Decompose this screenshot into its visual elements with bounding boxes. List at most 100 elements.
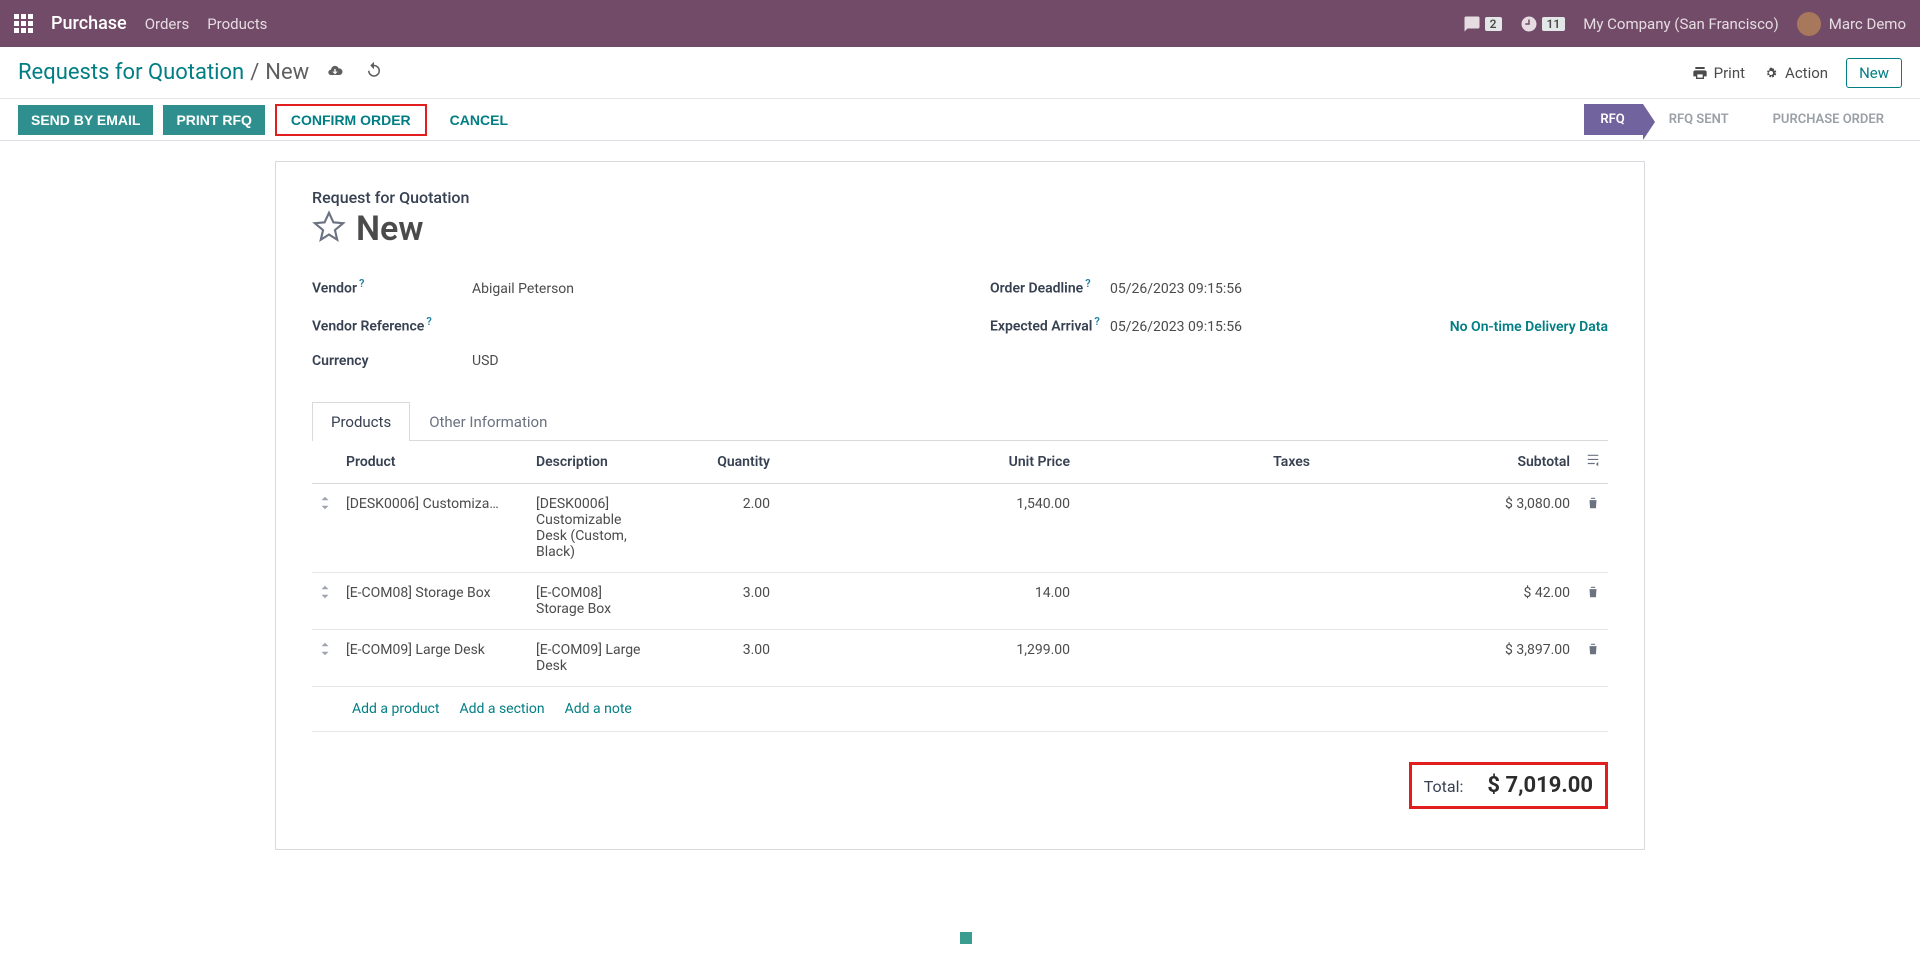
messaging-icon[interactable]: 2 (1463, 15, 1502, 33)
label-order-deadline: Order Deadline? (990, 277, 1110, 297)
drag-handle-icon[interactable] (312, 630, 338, 687)
breadcrumb-root[interactable]: Requests for Quotation (18, 60, 244, 85)
tab-products[interactable]: Products (312, 402, 410, 441)
nav-orders[interactable]: Orders (145, 15, 190, 33)
cell-unit-price[interactable]: 1,540.00 (778, 484, 1078, 573)
table-row[interactable]: [E-COM08] Storage Box[E-COM08] Storage B… (312, 573, 1608, 630)
value-currency[interactable]: USD (472, 353, 499, 369)
confirm-order-button[interactable]: CONFIRM ORDER (275, 104, 427, 136)
value-order-deadline[interactable]: 05/26/2023 09:15:56 (1110, 281, 1242, 297)
tabs: Products Other Information (312, 401, 1608, 441)
action-bar: SEND BY EMAIL PRINT RFQ CONFIRM ORDER CA… (0, 99, 1920, 141)
cell-unit-price[interactable]: 14.00 (778, 573, 1078, 630)
resize-handle-icon[interactable] (960, 932, 972, 944)
add-row: Add a product Add a section Add a note (312, 687, 1608, 732)
cell-description[interactable]: [DESK0006] Customizable Desk (Custom, Bl… (528, 484, 658, 573)
topnav-right: 2 11 My Company (San Francisco) Marc Dem… (1463, 12, 1906, 36)
activities-icon[interactable]: 11 (1520, 15, 1566, 33)
cell-subtotal: $ 42.00 (1318, 573, 1578, 630)
print-button[interactable]: Print (1692, 64, 1745, 82)
form-sheet: Request for Quotation New Vendor? Abigai… (275, 161, 1645, 850)
cell-description[interactable]: [E-COM09] Large Desk (528, 630, 658, 687)
cell-taxes[interactable] (1078, 630, 1318, 687)
column-settings-icon[interactable] (1578, 441, 1608, 484)
new-button[interactable]: New (1846, 58, 1902, 88)
activities-count: 11 (1542, 17, 1566, 31)
label-currency: Currency (312, 353, 472, 369)
cell-qty[interactable]: 3.00 (658, 630, 778, 687)
topnav-left: Purchase Orders Products (14, 13, 267, 34)
add-note-link[interactable]: Add a note (565, 701, 632, 717)
th-description[interactable]: Description (528, 441, 658, 484)
th-taxes[interactable]: Taxes (1078, 441, 1318, 484)
lines-table: Product Description Quantity Unit Price … (312, 441, 1608, 687)
cell-product[interactable]: [DESK0006] Customiza… (338, 484, 528, 573)
table-row[interactable]: [DESK0006] Customiza…[DESK0006] Customiz… (312, 484, 1608, 573)
total-amount: $ 7,019.00 (1487, 773, 1593, 798)
drag-handle-icon[interactable] (312, 573, 338, 630)
cell-qty[interactable]: 2.00 (658, 484, 778, 573)
breadcrumb: Requests for Quotation / New (18, 60, 383, 85)
status-purchase-order[interactable]: PURCHASE ORDER (1747, 104, 1902, 135)
add-section-link[interactable]: Add a section (459, 701, 544, 717)
value-expected-arrival[interactable]: 05/26/2023 09:15:56 (1110, 319, 1242, 335)
cell-unit-price[interactable]: 1,299.00 (778, 630, 1078, 687)
avatar (1797, 12, 1821, 36)
delete-row-icon[interactable] (1578, 630, 1608, 687)
value-vendor[interactable]: Abigail Peterson (472, 281, 574, 297)
control-bar: Requests for Quotation / New Print Actio… (0, 47, 1920, 99)
cell-product[interactable]: [E-COM08] Storage Box (338, 573, 528, 630)
total-label: Total: (1424, 777, 1464, 796)
document-title: New (356, 209, 423, 249)
apps-icon[interactable] (14, 14, 33, 33)
control-right: Print Action New (1692, 58, 1902, 88)
send-by-email-button[interactable]: SEND BY EMAIL (18, 105, 153, 135)
favorite-star-icon[interactable] (312, 210, 346, 248)
help-icon[interactable]: ? (1094, 315, 1099, 328)
discard-icon[interactable] (365, 60, 383, 85)
label-vendor: Vendor? (312, 277, 472, 297)
help-icon[interactable]: ? (359, 277, 364, 290)
company-switcher[interactable]: My Company (San Francisco) (1583, 15, 1778, 33)
cell-subtotal: $ 3,897.00 (1318, 630, 1578, 687)
th-product[interactable]: Product (338, 441, 528, 484)
action-button[interactable]: Action (1763, 64, 1828, 82)
totals: Total: $ 7,019.00 (312, 762, 1608, 809)
tab-other-information[interactable]: Other Information (410, 402, 566, 441)
status-steps: RFQ RFQ SENT PURCHASE ORDER (1584, 104, 1902, 135)
cell-taxes[interactable] (1078, 573, 1318, 630)
print-label: Print (1714, 64, 1745, 82)
delivery-data-link[interactable]: No On-time Delivery Data (1450, 319, 1608, 335)
nav-products[interactable]: Products (207, 15, 267, 33)
drag-handle-icon[interactable] (312, 484, 338, 573)
label-vendor-ref: Vendor Reference? (312, 315, 472, 335)
print-rfq-button[interactable]: PRINT RFQ (163, 105, 264, 135)
table-row[interactable]: [E-COM09] Large Desk[E-COM09] Large Desk… (312, 630, 1608, 687)
fields-grid: Vendor? Abigail Peterson Vendor Referenc… (312, 269, 1608, 383)
th-unit-price[interactable]: Unit Price (778, 441, 1078, 484)
cell-taxes[interactable] (1078, 484, 1318, 573)
top-nav: Purchase Orders Products 2 11 My Company… (0, 0, 1920, 47)
cell-description[interactable]: [E-COM08] Storage Box (528, 573, 658, 630)
total-box: Total: $ 7,019.00 (1409, 762, 1608, 809)
add-product-link[interactable]: Add a product (352, 701, 439, 717)
messaging-count: 2 (1485, 17, 1502, 31)
cell-product[interactable]: [E-COM09] Large Desk (338, 630, 528, 687)
form-subtitle: Request for Quotation (312, 188, 1608, 207)
user-menu[interactable]: Marc Demo (1797, 12, 1906, 36)
app-brand[interactable]: Purchase (51, 13, 127, 34)
cloud-save-icon[interactable] (325, 60, 345, 85)
delete-row-icon[interactable] (1578, 573, 1608, 630)
help-icon[interactable]: ? (1085, 277, 1090, 290)
cell-qty[interactable]: 3.00 (658, 573, 778, 630)
delete-row-icon[interactable] (1578, 484, 1608, 573)
user-name: Marc Demo (1829, 15, 1906, 33)
status-rfq[interactable]: RFQ (1584, 104, 1642, 135)
help-icon[interactable]: ? (426, 315, 431, 328)
cancel-button[interactable]: CANCEL (437, 105, 521, 135)
status-rfq-sent[interactable]: RFQ SENT (1643, 104, 1747, 135)
breadcrumb-sep: / (250, 60, 259, 85)
th-subtotal[interactable]: Subtotal (1318, 441, 1578, 484)
label-expected-arrival: Expected Arrival? (990, 315, 1110, 335)
th-quantity[interactable]: Quantity (658, 441, 778, 484)
